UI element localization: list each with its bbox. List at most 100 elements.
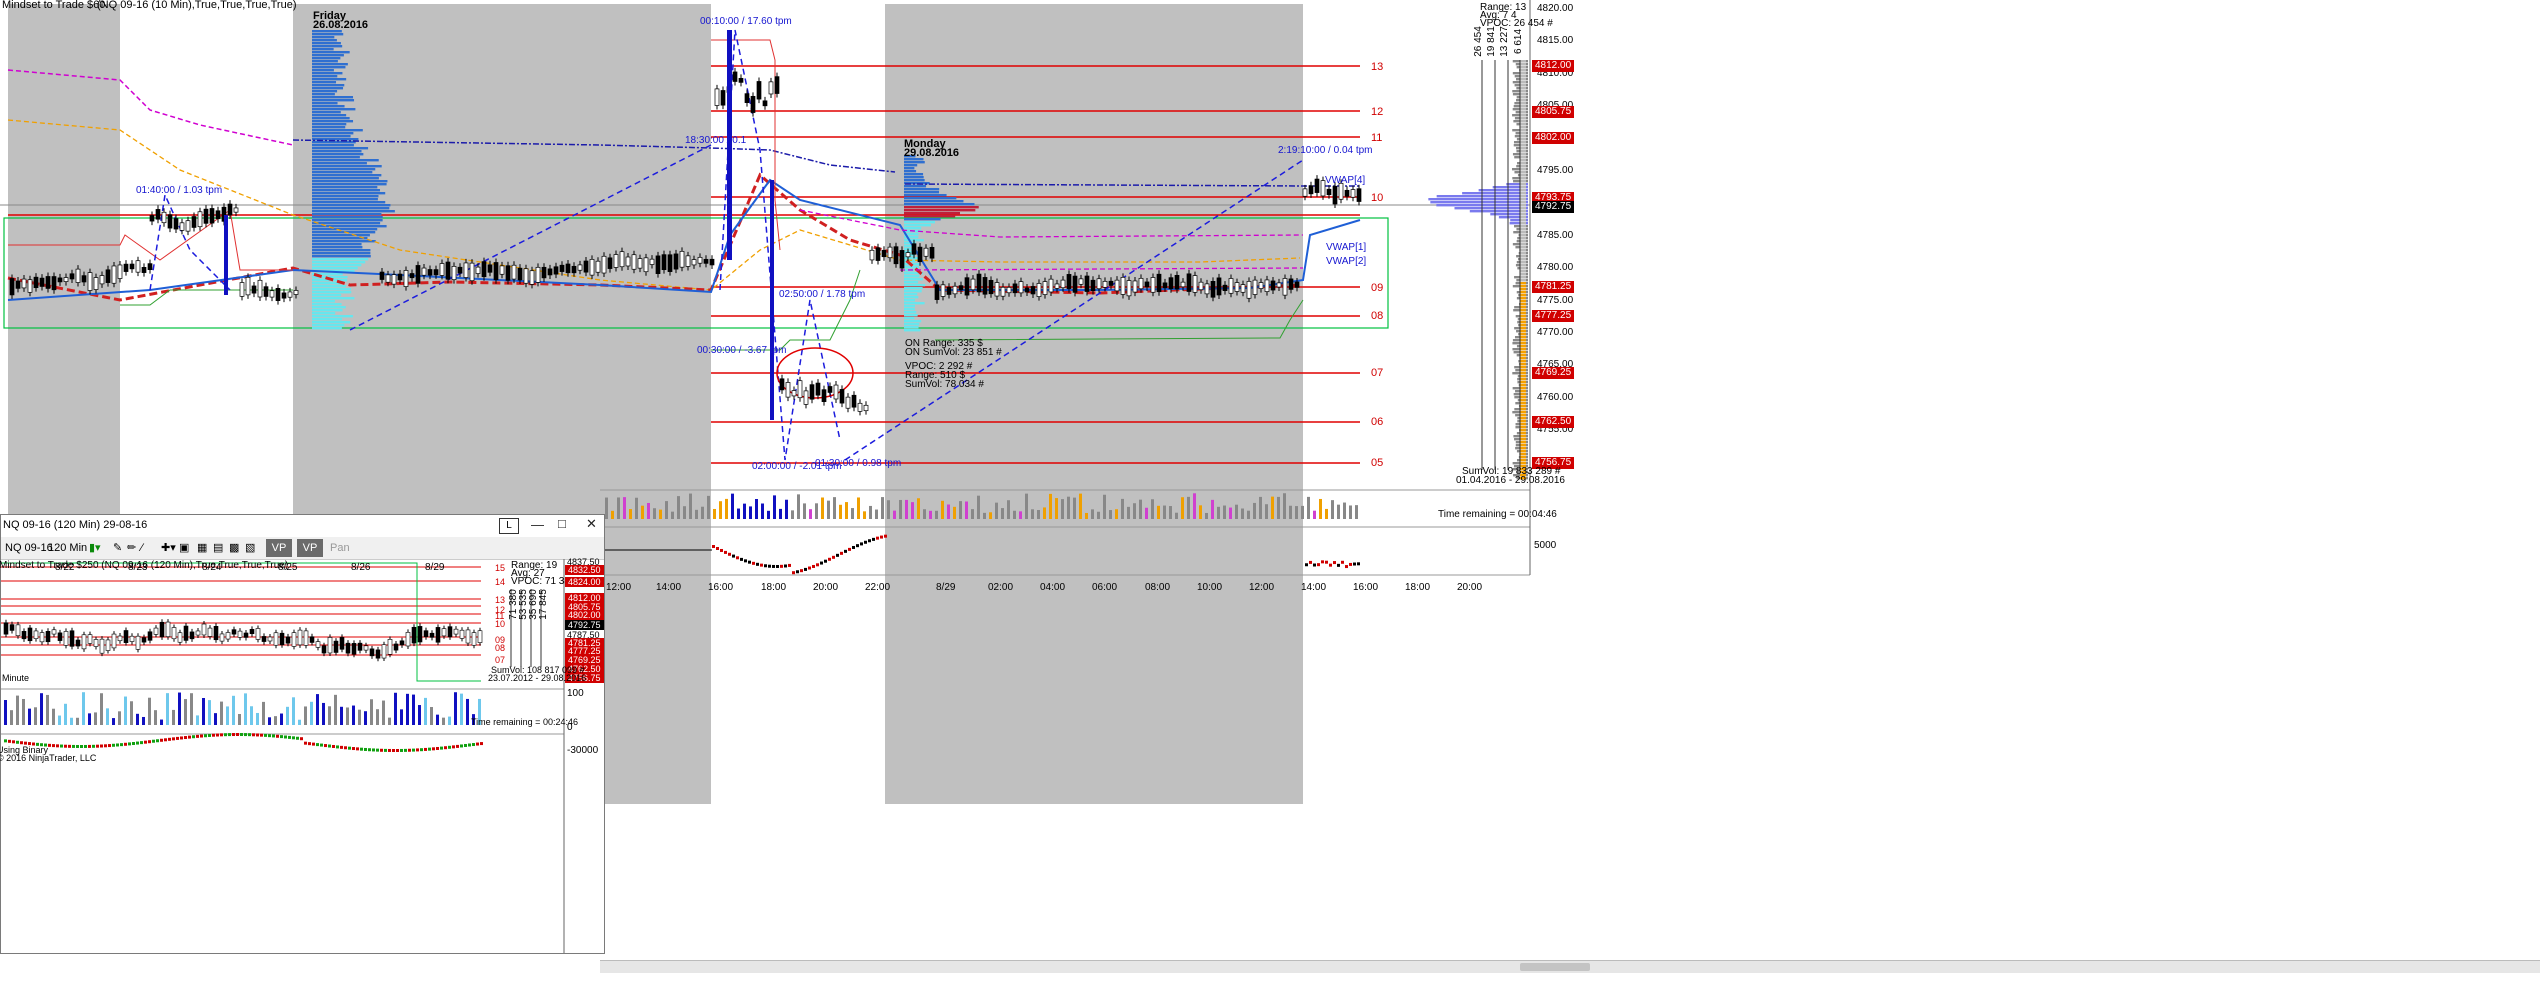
vp-button[interactable]: VP: [266, 539, 292, 557]
sub-oscillator-dot: [372, 748, 375, 752]
candle: [191, 216, 197, 228]
volume-profile-tick: [1520, 450, 1526, 453]
volume-profile-tick: [1520, 342, 1526, 345]
volume-profile-bar: [904, 221, 935, 224]
volume-profile-tick: [1520, 186, 1526, 189]
candle: [1042, 281, 1048, 295]
sub-candle: [39, 632, 45, 643]
volume-profile-tick: [1520, 309, 1526, 312]
volume-profile-bar: [312, 159, 379, 162]
volume-bar: [1175, 512, 1178, 519]
template-icon[interactable]: ▧: [245, 539, 255, 557]
volume-profile-tick: [1520, 354, 1526, 357]
sub-volume-bar: [262, 701, 265, 725]
candle: [988, 279, 994, 295]
volume-bar: [611, 510, 614, 519]
sub-volume-col-label: 17 845: [537, 589, 549, 620]
sub-volume-bar: [466, 698, 469, 725]
instrument-selector[interactable]: NQ 09-16: [5, 539, 53, 557]
candle: [697, 256, 703, 264]
vp-button[interactable]: VP: [297, 539, 323, 557]
candle: [1066, 274, 1072, 290]
candle: [833, 384, 839, 400]
candle: [1000, 286, 1006, 297]
volume-bar: [1067, 496, 1070, 519]
sub-candle: [321, 645, 327, 654]
volume-profile-tick: [1520, 300, 1526, 303]
bar-type-icon[interactable]: ▮▾: [89, 539, 101, 557]
sub-volume-bar: [112, 718, 115, 725]
sub-oscillator-dot: [480, 742, 483, 746]
properties-icon[interactable]: ▦: [197, 539, 207, 557]
link-button[interactable]: L: [499, 518, 519, 534]
volume-profile-bar: [312, 240, 376, 243]
volume-profile-bar: [312, 189, 380, 192]
sub-volume-bar: [460, 693, 463, 725]
volume-profile-tick: [1520, 291, 1526, 294]
horizontal-scrollbar[interactable]: [600, 960, 2540, 973]
crosshair-icon[interactable]: ✚▾: [161, 539, 176, 557]
volume-bar: [965, 501, 968, 519]
pencil-icon[interactable]: ✏: [127, 539, 136, 557]
volume-profile-tick: [1520, 324, 1526, 327]
volume-profile-bar: [904, 227, 922, 230]
volume-profile-tick: [1520, 432, 1526, 435]
volume-profile-bar: [312, 135, 351, 138]
sub-candle: [303, 630, 309, 646]
price-axis-label: 4820.00: [1537, 3, 1574, 14]
sub-candle: [45, 630, 51, 643]
sub-volume-bar: [316, 694, 319, 725]
oscillator-dot: [1309, 560, 1312, 564]
volume-profile-tick: [1520, 423, 1526, 426]
draw-tool-icon[interactable]: ✎: [113, 539, 122, 557]
marker-icon[interactable]: ∕: [141, 539, 143, 557]
candle: [1258, 282, 1264, 289]
volume-profile-bar: [312, 297, 355, 300]
sub-oscillator-dot: [252, 733, 255, 737]
volume-profile-tick: [1520, 249, 1526, 252]
volume-profile-tick: [1520, 159, 1526, 162]
candle: [1186, 273, 1192, 292]
sub-candle: [429, 632, 435, 638]
sub-chart-window[interactable]: NQ 09-16 (120 Min) 29-08-16 L — □ ✕ NQ 0…: [0, 514, 605, 954]
volume-profile-bar: [312, 216, 383, 219]
candle: [161, 211, 167, 224]
volume-bar: [989, 512, 992, 519]
volume-axis-label: 5000: [1534, 540, 1557, 551]
oscillator-dot: [872, 537, 875, 541]
close-icon[interactable]: ✕: [586, 516, 597, 532]
maximize-icon[interactable]: □: [558, 516, 566, 531]
volume-profile-tick: [1520, 108, 1526, 111]
sub-oscillator-dot: [312, 742, 315, 746]
volume-bar: [1247, 510, 1250, 519]
candle: [1276, 282, 1282, 288]
volume-profile-tick: [1520, 453, 1526, 456]
volume-bar: [1025, 493, 1028, 519]
zoom-icon[interactable]: ▣: [179, 539, 189, 557]
sub-title-bar[interactable]: NQ 09-16 (120 Min) 29-08-16 L — □ ✕: [1, 515, 604, 537]
volume-bar: [1013, 510, 1016, 519]
volume-bar: [731, 493, 734, 519]
oscillator-dot: [1317, 563, 1320, 567]
minimize-icon[interactable]: —: [531, 517, 544, 532]
level-number: 11: [1371, 132, 1383, 144]
oscillator-dot: [824, 559, 827, 563]
sub-volume-bar: [16, 695, 19, 725]
sub-oscillator-dot: [324, 744, 327, 748]
pan-button[interactable]: Pan: [330, 539, 350, 557]
candle: [887, 246, 893, 259]
sub-candle: [75, 639, 81, 647]
period-selector[interactable]: 120 Min: [48, 539, 87, 557]
scrollbar-thumb[interactable]: [1520, 963, 1590, 971]
volume-bar: [743, 503, 746, 519]
candle: [203, 208, 209, 224]
candle: [1192, 275, 1198, 293]
sub-candle: [51, 629, 57, 635]
sub-candle: [285, 636, 291, 644]
volume-bar: [719, 501, 722, 519]
volume-profile-tick: [1520, 219, 1526, 222]
volume-profile-tick: [1520, 381, 1526, 384]
screenshot-icon[interactable]: ▩: [229, 539, 239, 557]
data-box-icon[interactable]: ▤: [213, 539, 223, 557]
volume-profile-bar: [312, 306, 346, 309]
